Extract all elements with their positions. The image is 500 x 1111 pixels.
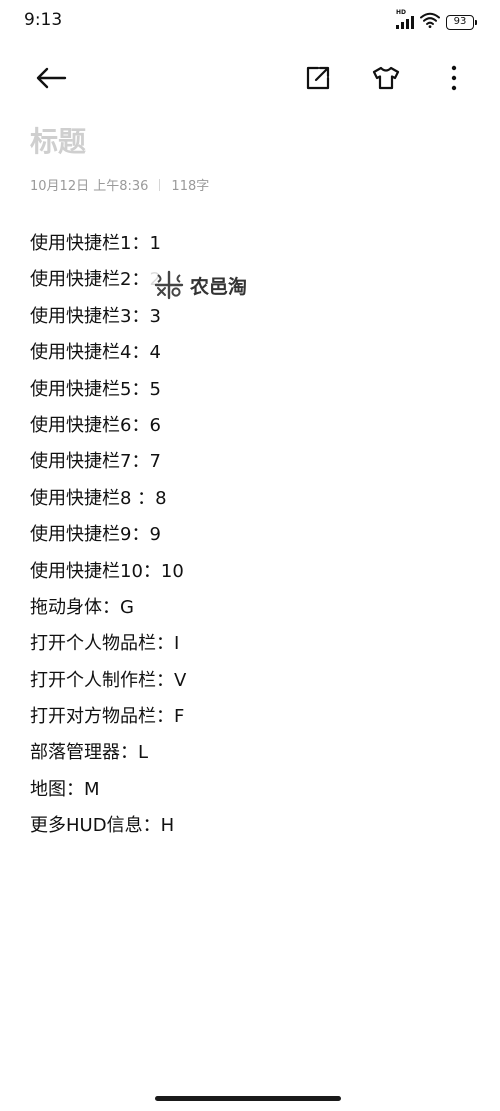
note-line: 更多HUD信息：H bbox=[30, 815, 175, 837]
hd-label: HD bbox=[396, 9, 407, 16]
note-date: 10月12日 上午8:36 bbox=[30, 179, 149, 194]
more-vertical-icon bbox=[451, 65, 457, 91]
note-char-count: 118字 bbox=[171, 179, 210, 194]
note-line: 拖动身体：G bbox=[30, 596, 134, 618]
watermark-text: 农邑淘 bbox=[190, 275, 248, 298]
share-button[interactable] bbox=[300, 60, 336, 96]
wifi-icon bbox=[420, 12, 440, 32]
note-line: 使用快捷栏8 ：8 bbox=[30, 487, 167, 509]
note-line: 使用快捷栏9：9 bbox=[30, 524, 161, 546]
note-meta: 10月12日 上午8:36 118字 bbox=[30, 175, 209, 194]
home-indicator[interactable] bbox=[155, 1096, 341, 1101]
watermark-logo-icon bbox=[154, 270, 184, 300]
note-line: 使用快捷栏4：4 bbox=[30, 342, 161, 364]
note-line: 使用快捷栏6：6 bbox=[30, 414, 161, 436]
note-toolbar bbox=[0, 52, 500, 104]
note-line: 打开个人物品栏：I bbox=[30, 633, 180, 655]
note-body[interactable]: 使用快捷栏1：1 使用快捷栏2：2 使用快捷栏3：3 使用快捷栏4：4 使用快捷… bbox=[30, 226, 186, 845]
watermark: 农邑淘 bbox=[150, 268, 256, 302]
theme-button[interactable] bbox=[368, 60, 404, 96]
status-icons: HD 93 bbox=[396, 9, 477, 32]
battery-icon: 93 bbox=[446, 14, 477, 30]
note-line: 使用快捷栏7：7 bbox=[30, 451, 161, 473]
note-line: 地图：M bbox=[30, 778, 100, 800]
back-button[interactable] bbox=[33, 60, 69, 96]
note-line: 使用快捷栏5：5 bbox=[30, 378, 161, 400]
status-bar: 9:13 HD 93 bbox=[0, 0, 500, 42]
note-line: 部落管理器：L bbox=[30, 742, 149, 764]
share-icon bbox=[306, 66, 330, 90]
note-line: 使用快捷栏10：10 bbox=[30, 560, 184, 582]
cellular-signal-icon: HD bbox=[396, 9, 414, 29]
back-arrow-icon bbox=[36, 67, 67, 89]
note-line: 使用快捷栏3：3 bbox=[30, 305, 161, 327]
notes-screen: 9:13 HD 93 标题 10月12日 上午8:36 118字 使用快捷栏1：… bbox=[0, 0, 500, 1111]
meta-divider bbox=[159, 178, 161, 191]
status-time: 9:13 bbox=[24, 10, 63, 30]
note-line: 打开对方物品栏：F bbox=[30, 706, 185, 728]
note-line: 使用快捷栏1：1 bbox=[30, 233, 161, 254]
note-title[interactable]: 标题 bbox=[30, 120, 86, 160]
note-line: 打开个人制作栏：V bbox=[30, 669, 187, 691]
theme-shirt-icon bbox=[372, 66, 400, 90]
more-button[interactable] bbox=[436, 60, 472, 96]
